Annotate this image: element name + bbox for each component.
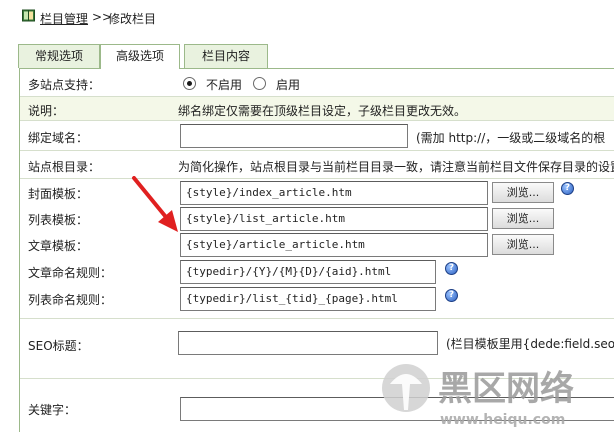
watermark-url: www.heiqu.com [440,412,565,428]
watermark-title: 黑区网络 [438,369,574,409]
seo-title-label: SEO标题： [28,339,89,353]
multisite-option-off-label: 不启用 [206,78,243,92]
multisite-radio-off[interactable] [183,77,196,90]
row-explain: 说明： 绑名绑定仅需要在顶级栏目设定，子级栏目更改无效。 [20,97,614,121]
list-rule-input[interactable]: {typedir}/list_{tid}_{page}.html [180,287,436,311]
article-template-browse-button[interactable]: 浏览... [492,234,554,255]
cover-template-input[interactable]: {style}/index_article.htm [180,181,488,205]
list-rule-help-icon[interactable]: ? [445,289,458,302]
article-rule-input[interactable]: {typedir}/{Y}/{M}{D}/{aid}.html [180,260,436,284]
multisite-label: 多站点支持： [28,78,101,92]
article-rule-help-icon[interactable]: ? [445,262,458,275]
article-template-input[interactable]: {style}/article_article.htm [180,233,488,257]
keywords-label: 关键字： [28,403,77,417]
row-multisite: 多站点支持： 不启用 启用 [20,69,614,97]
heiqu-watermark-logo-icon: 黑区网络 www.heiqu.com [382,364,574,428]
row-siteroot: 站点根目录： 为简化操作，站点根目录与当前栏目目录一致，请注意当前栏目文件保存目… [20,151,614,179]
list-template-label: 列表模板： [28,213,89,227]
book-icon [22,9,35,22]
tab-content[interactable]: 栏目内容 [184,44,268,68]
breadcrumb: 栏目管理 >> 修改栏目 [0,0,614,36]
domain-label: 绑定域名： [28,131,89,145]
breadcrumb-current: 修改栏目 [108,12,157,26]
siteroot-text: 为简化操作，站点根目录与当前栏目目录一致，请注意当前栏目文件保存目录的设置 [178,160,614,174]
tab-advanced[interactable]: 高级选项 [100,44,180,69]
list-template-browse-button[interactable]: 浏览... [492,208,554,229]
list-rule-label: 列表命名规则： [28,293,113,307]
row-list-template: 列表模板： {style}/list_article.htm 浏览... [20,205,614,231]
multisite-option-on-label: 启用 [276,78,301,92]
multisite-radio-on[interactable] [253,77,266,90]
cover-template-browse-button[interactable]: 浏览... [492,182,554,203]
row-domain: 绑定域名： (需加 http://，一级或二级域名的根 [20,121,614,151]
explain-label: 说明： [28,104,65,118]
breadcrumb-link-column-manage[interactable]: 栏目管理 [40,10,88,27]
row-cover-template: 封面模板： {style}/index_article.htm 浏览... ? [20,179,614,205]
red-arrow-annotation-icon [132,176,178,232]
tab-general[interactable]: 常规选项 [18,44,100,68]
siteroot-label: 站点根目录： [28,160,101,174]
row-article-rule: 文章命名规则： {typedir}/{Y}/{M}{D}/{aid}.html … [20,258,614,285]
cover-template-label: 封面模板： [28,187,89,201]
article-template-label: 文章模板： [28,239,89,253]
domain-note: (需加 http://，一级或二级域名的根 [416,131,606,145]
explain-text: 绑名绑定仅需要在顶级栏目设定，子级栏目更改无效。 [178,104,467,118]
seo-title-input[interactable] [178,331,438,355]
article-rule-label: 文章命名规则： [28,266,113,280]
seo-title-note: (栏目模板里用{dede:field.seot [446,337,614,351]
domain-input[interactable] [180,124,408,148]
cover-template-help-icon[interactable]: ? [561,182,574,195]
row-article-template: 文章模板： {style}/article_article.htm 浏览... [20,231,614,257]
list-template-input[interactable]: {style}/list_article.htm [180,207,488,231]
row-list-rule: 列表命名规则： {typedir}/list_{tid}_{page}.html… [20,285,614,319]
